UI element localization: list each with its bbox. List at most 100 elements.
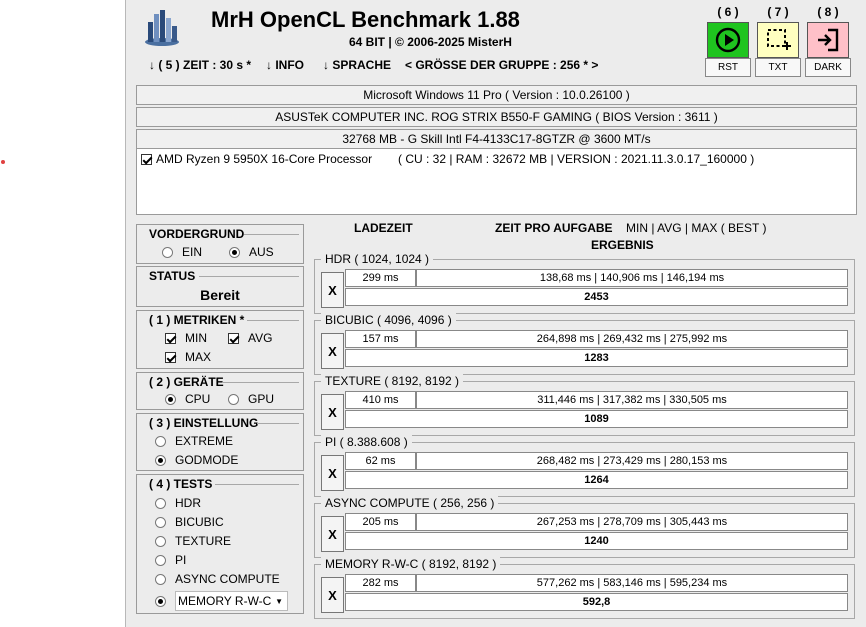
selection-icon <box>767 29 791 50</box>
test-pi-option[interactable]: PI <box>155 553 186 567</box>
remove-button[interactable]: X <box>321 577 344 613</box>
marker-dot <box>1 160 5 164</box>
test-texture-radio[interactable] <box>155 535 166 547</box>
metric-avg-label: AVG <box>248 331 273 345</box>
test-hdr-radio[interactable] <box>155 497 166 509</box>
test-memory-select[interactable]: MEMORY R-W-C ▼ <box>175 591 288 611</box>
test-hdr-option[interactable]: HDR <box>155 496 201 510</box>
test-async-option[interactable]: ASYNC COMPUTE <box>155 572 280 586</box>
metric-min-option[interactable]: MIN <box>165 331 207 345</box>
foreground-off-radio[interactable] <box>229 246 240 258</box>
setting-extreme-radio[interactable] <box>155 435 166 447</box>
test-hdr-label: HDR <box>175 496 201 510</box>
tests-panel: ( 4 ) TESTS HDR BICUBIC TEXTURE PI ASYNC… <box>136 474 304 614</box>
foreground-panel: VORDERGRUND EIN AUS <box>136 224 304 264</box>
result-title: ASYNC COMPUTE ( 256, 256 ) <box>321 496 499 510</box>
device-name: AMD Ryzen 9 5950X 16-Core Processor <box>156 152 373 166</box>
remove-button[interactable]: X <box>321 272 344 308</box>
foreground-off-option[interactable]: AUS <box>229 245 274 259</box>
setting-panel: ( 3 ) EINSTELLUNG EXTREME GODMODE <box>136 413 304 471</box>
status-panel: STATUS Bereit <box>136 266 304 307</box>
status-title: STATUS <box>149 269 196 283</box>
device-info: ( CU : 32 | RAM : 32672 MB | VERSION : 2… <box>398 152 755 166</box>
test-texture-option[interactable]: TEXTURE <box>155 534 231 548</box>
setting-extreme-option[interactable]: EXTREME <box>155 434 233 448</box>
txt-label[interactable]: TXT <box>755 58 801 77</box>
text-export-button[interactable] <box>757 22 799 58</box>
test-async-radio[interactable] <box>155 573 166 585</box>
test-pi-label: PI <box>175 553 187 567</box>
load-time-cell: 157 ms <box>345 330 416 348</box>
menu-info[interactable]: ↓ INFO <box>266 58 304 72</box>
hotkey-rst: ( 6 ) <box>717 5 739 19</box>
times-cell: 577,262 ms | 583,146 ms | 595,234 ms <box>416 574 848 592</box>
test-memory-radio[interactable] <box>155 595 166 607</box>
foreground-on-option[interactable]: EIN <box>162 245 202 259</box>
foreground-title: VORDERGRUND <box>149 227 245 241</box>
metric-avg-checkbox[interactable] <box>228 332 239 344</box>
metric-max-checkbox[interactable] <box>165 351 176 363</box>
score-cell: 1283 <box>345 349 848 367</box>
app-title: MrH OpenCL Benchmark 1.88 <box>211 7 520 32</box>
test-memory-label: MEMORY R-W-C <box>178 594 272 608</box>
load-time-cell: 410 ms <box>345 391 416 409</box>
test-bicubic-radio[interactable] <box>155 516 166 528</box>
rst-label[interactable]: RST <box>705 58 751 77</box>
test-bicubic-option[interactable]: BICUBIC <box>155 515 224 529</box>
times-cell: 267,253 ms | 278,709 ms | 305,443 ms <box>416 513 848 531</box>
dark-mode-button[interactable] <box>807 22 849 58</box>
result-group-pi: PI ( 8.388.608 ) X 62 ms 268,482 ms | 27… <box>314 435 855 497</box>
test-async-label: ASYNC COMPUTE <box>175 572 280 586</box>
devices-title: ( 2 ) GERÄTE <box>149 375 224 389</box>
result-group-bicubic: BICUBIC ( 4096, 4096 ) X 157 ms 264,898 … <box>314 313 855 375</box>
test-memory-option[interactable]: MEMORY R-W-C ▼ <box>155 591 288 611</box>
score-cell: 1089 <box>345 410 848 428</box>
remove-button[interactable]: X <box>321 394 344 430</box>
hotkey-txt: ( 7 ) <box>767 5 789 19</box>
device-cpu-option[interactable]: CPU <box>165 392 210 406</box>
test-bicubic-label: BICUBIC <box>175 515 224 529</box>
test-pi-radio[interactable] <box>155 554 166 566</box>
device-gpu-radio[interactable] <box>228 393 239 405</box>
metrics-panel: ( 1 ) METRIKEN * MIN AVG MAX <box>136 310 304 369</box>
metric-min-label: MIN <box>185 331 207 345</box>
device-cpu-label: CPU <box>185 392 211 406</box>
app-logo-icon <box>145 10 179 46</box>
remove-button[interactable]: X <box>321 333 344 369</box>
score-cell: 1264 <box>345 471 848 489</box>
result-group-async: ASYNC COMPUTE ( 256, 256 ) X 205 ms 267,… <box>314 496 855 558</box>
setting-godmode-radio[interactable] <box>155 454 166 466</box>
status-value: Bereit <box>200 287 240 303</box>
setting-title: ( 3 ) EINSTELLUNG <box>149 416 259 430</box>
metric-max-option[interactable]: MAX <box>165 350 211 364</box>
remove-button[interactable]: X <box>321 516 344 552</box>
result-title: MEMORY R-W-C ( 8192, 8192 ) <box>321 557 501 571</box>
device-cpu-radio[interactable] <box>165 393 176 405</box>
dark-label[interactable]: DARK <box>805 58 851 77</box>
load-time-cell: 299 ms <box>345 269 416 287</box>
times-cell: 311,446 ms | 317,382 ms | 330,505 ms <box>416 391 848 409</box>
menu-group-size[interactable]: < GRÖSSE DER GRUPPE : 256 * > <box>405 58 598 72</box>
result-group-hdr: HDR ( 1024, 1024 ) X 299 ms 138,68 ms | … <box>314 252 855 314</box>
os-info: Microsoft Windows 11 Pro ( Version : 10.… <box>136 85 857 105</box>
foreground-on-radio[interactable] <box>162 246 173 258</box>
result-header: ERGEBNIS <box>591 238 654 252</box>
chevron-down-icon[interactable]: ▼ <box>275 597 287 606</box>
foreground-off-label: AUS <box>249 245 274 259</box>
setting-extreme-label: EXTREME <box>175 434 234 448</box>
result-title: HDR ( 1024, 1024 ) <box>321 252 434 266</box>
play-icon <box>715 27 741 53</box>
device-gpu-option[interactable]: GPU <box>228 392 274 406</box>
metrics-title: ( 1 ) METRIKEN * <box>149 313 245 327</box>
metric-avg-option[interactable]: AVG <box>228 331 272 345</box>
remove-button[interactable]: X <box>321 455 344 491</box>
result-title: TEXTURE ( 8192, 8192 ) <box>321 374 464 388</box>
run-button[interactable] <box>707 22 749 58</box>
metric-min-checkbox[interactable] <box>165 332 176 344</box>
load-time-header: LADEZEIT <box>354 221 413 235</box>
device-checkbox[interactable] <box>141 154 152 165</box>
setting-godmode-option[interactable]: GODMODE <box>155 453 238 467</box>
board-info: ASUSTeK COMPUTER INC. ROG STRIX B550-F G… <box>136 107 857 127</box>
menu-language[interactable]: ↓ SPRACHE <box>323 58 391 72</box>
menu-time[interactable]: ↓ ( 5 ) ZEIT : 30 s * <box>149 58 251 72</box>
